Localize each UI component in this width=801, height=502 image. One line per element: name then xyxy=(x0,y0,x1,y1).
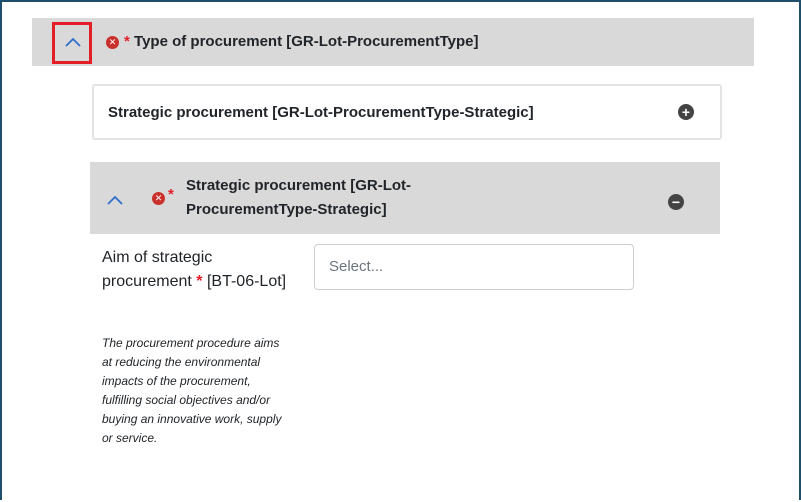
strategic-procurement-card[interactable]: Strategic procurement [GR-Lot-Procuremen… xyxy=(92,84,722,140)
window-frame: ✕ * Type of procurement [GR-Lot-Procurem… xyxy=(0,0,801,502)
field-label-code: [BT-06-Lot] xyxy=(206,273,287,290)
collapse-chevron-icon[interactable] xyxy=(106,194,124,206)
error-icon: ✕ xyxy=(106,36,119,49)
strategic-procurement-panel: ✕ * Strategic procurement [GR-Lot- Procu… xyxy=(90,162,720,502)
strategic-procurement-header[interactable]: ✕ * Strategic procurement [GR-Lot- Procu… xyxy=(90,162,720,234)
error-icon: ✕ xyxy=(152,192,165,205)
strategic-procurement-title: Strategic procurement [GR-Lot- Procureme… xyxy=(186,174,411,222)
procurement-type-header[interactable]: ✕ * Type of procurement [GR-Lot-Procurem… xyxy=(32,18,754,66)
required-marker: * xyxy=(124,33,130,50)
section-title-text: Type of procurement [GR-Lot-ProcurementT… xyxy=(134,33,479,50)
procurement-type-body: Strategic procurement [GR-Lot- Procuremen… xyxy=(64,66,754,502)
section-title: * Type of procurement [GR-Lot-Procuremen… xyxy=(124,33,478,50)
plus-circle-icon[interactable]: + xyxy=(678,104,694,120)
minus-circle-icon[interactable]: − xyxy=(668,194,684,210)
title-line-2: ProcurementType-Strategic] xyxy=(186,201,387,218)
field-help-text: The procurement procedure aims at reduci… xyxy=(102,336,282,445)
strategic-procurement-card-label: Strategic procurement [GR-Lot-Procuremen… xyxy=(108,104,534,121)
procurement-type-panel: ✕ * Type of procurement [GR-Lot-Procurem… xyxy=(32,18,754,502)
required-marker: * xyxy=(168,186,174,203)
aim-select-dropdown[interactable]: Select... xyxy=(314,244,634,290)
select-placeholder: Select... xyxy=(329,258,384,275)
aim-of-strategic-procurement-label: Aim of strategic procurement * [BT-06-Lo… xyxy=(102,246,292,294)
title-line-1: Strategic procurement [GR-Lot- xyxy=(186,177,412,194)
required-marker: * xyxy=(196,273,203,290)
collapse-chevron-icon[interactable] xyxy=(64,36,82,48)
